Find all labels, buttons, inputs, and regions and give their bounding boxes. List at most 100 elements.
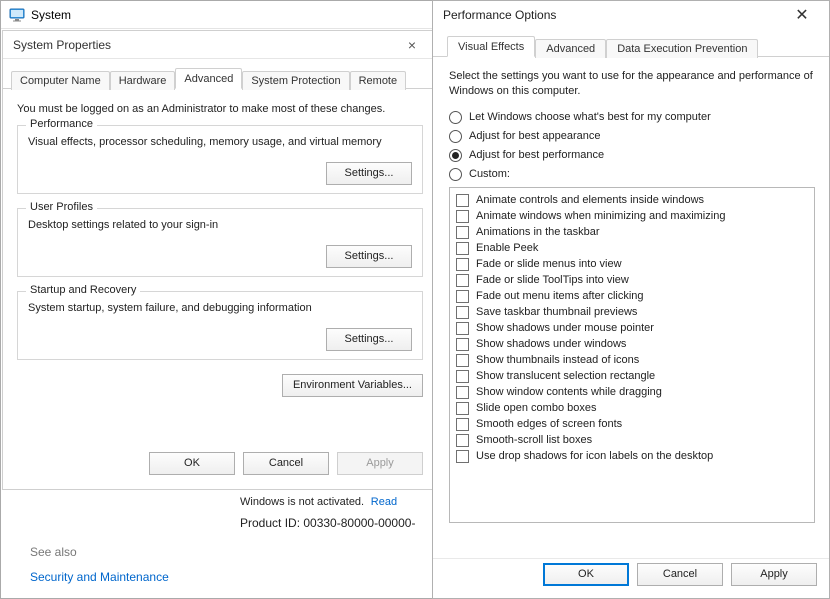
radio-label: Custom: bbox=[469, 168, 510, 180]
visual-effect-label: Save taskbar thumbnail previews bbox=[476, 306, 637, 318]
checkbox-icon bbox=[456, 418, 469, 431]
visual-effect-label: Show window contents while dragging bbox=[476, 386, 662, 398]
performance-options-body: Select the settings you want to use for … bbox=[433, 57, 829, 523]
visual-effect-label: Fade or slide menus into view bbox=[476, 258, 622, 270]
visual-effect-option[interactable]: Animate controls and elements inside win… bbox=[456, 194, 808, 207]
startup-recovery-settings-button[interactable]: Settings... bbox=[326, 328, 412, 351]
tab-hardware[interactable]: Hardware bbox=[110, 71, 176, 90]
performance-desc: Visual effects, processor scheduling, me… bbox=[28, 136, 412, 148]
visual-effect-label: Animate controls and elements inside win… bbox=[476, 194, 704, 206]
visual-effect-option[interactable]: Slide open combo boxes bbox=[456, 402, 808, 415]
visual-effect-label: Animate windows when minimizing and maxi… bbox=[476, 210, 725, 222]
apply-button[interactable]: Apply bbox=[337, 452, 423, 475]
performance-legend: Performance bbox=[26, 118, 97, 130]
user-profiles-group: User Profiles Desktop settings related t… bbox=[17, 208, 423, 277]
visual-effect-label: Animations in the taskbar bbox=[476, 226, 600, 238]
radio-icon bbox=[449, 149, 462, 162]
system-properties-title: System Properties bbox=[13, 38, 111, 52]
visual-effect-option[interactable]: Smooth edges of screen fonts bbox=[456, 418, 808, 431]
read-link[interactable]: Read bbox=[371, 496, 397, 508]
performance-options-tabs: Visual Effects Advanced Data Execution P… bbox=[433, 29, 829, 57]
checkbox-icon bbox=[456, 402, 469, 415]
checkbox-icon bbox=[456, 370, 469, 383]
checkbox-icon bbox=[456, 290, 469, 303]
checkbox-icon bbox=[456, 386, 469, 399]
cancel-button[interactable]: Cancel bbox=[243, 452, 329, 475]
visual-effect-option[interactable]: Use drop shadows for icon labels on the … bbox=[456, 450, 808, 463]
visual-effect-option[interactable]: Animate windows when minimizing and maxi… bbox=[456, 210, 808, 223]
checkbox-icon bbox=[456, 274, 469, 287]
close-icon[interactable]: × bbox=[397, 37, 427, 53]
user-profiles-desc: Desktop settings related to your sign-in bbox=[28, 219, 412, 231]
radio-label: Let Windows choose what's best for my co… bbox=[469, 111, 711, 123]
visual-effect-label: Use drop shadows for icon labels on the … bbox=[476, 450, 713, 462]
visual-effect-option[interactable]: Show window contents while dragging bbox=[456, 386, 808, 399]
performance-group: Performance Visual effects, processor sc… bbox=[17, 125, 423, 194]
tab-system-protection[interactable]: System Protection bbox=[242, 71, 349, 90]
activation-text: Windows is not activated. bbox=[240, 496, 364, 508]
radio-label: Adjust for best appearance bbox=[469, 130, 600, 142]
checkbox-icon bbox=[456, 434, 469, 447]
performance-settings-button[interactable]: Settings... bbox=[326, 162, 412, 185]
radio-custom[interactable]: Custom: bbox=[449, 168, 815, 181]
visual-effect-label: Fade out menu items after clicking bbox=[476, 290, 644, 302]
radio-let-windows-choose[interactable]: Let Windows choose what's best for my co… bbox=[449, 111, 815, 124]
visual-effect-option[interactable]: Enable Peek bbox=[456, 242, 808, 255]
cancel-button[interactable]: Cancel bbox=[637, 563, 723, 586]
radio-best-appearance[interactable]: Adjust for best appearance bbox=[449, 130, 815, 143]
tab-visual-effects[interactable]: Visual Effects bbox=[447, 36, 535, 57]
visual-effect-label: Slide open combo boxes bbox=[476, 402, 596, 414]
security-maintenance-link[interactable]: Security and Maintenance bbox=[30, 570, 169, 584]
performance-options-title: Performance Options bbox=[443, 8, 556, 22]
ok-button[interactable]: OK bbox=[543, 563, 629, 586]
system-window-titlebar: System bbox=[1, 1, 439, 29]
ok-button[interactable]: OK bbox=[149, 452, 235, 475]
tab-remote[interactable]: Remote bbox=[350, 71, 407, 90]
checkbox-icon bbox=[456, 226, 469, 239]
visual-effect-label: Fade or slide ToolTips into view bbox=[476, 274, 629, 286]
visual-effect-option[interactable]: Show shadows under windows bbox=[456, 338, 808, 351]
visual-effect-option[interactable]: Smooth-scroll list boxes bbox=[456, 434, 808, 447]
close-icon[interactable]: ✕ bbox=[785, 5, 819, 25]
environment-variables-button[interactable]: Environment Variables... bbox=[282, 374, 423, 397]
visual-effect-option[interactable]: Fade or slide ToolTips into view bbox=[456, 274, 808, 287]
system-properties-tabs: Computer Name Hardware Advanced System P… bbox=[3, 59, 437, 89]
radio-icon bbox=[449, 111, 462, 124]
tab-advanced[interactable]: Advanced bbox=[175, 68, 242, 89]
tab-advanced[interactable]: Advanced bbox=[535, 39, 606, 58]
visual-effect-label: Show shadows under mouse pointer bbox=[476, 322, 654, 334]
checkbox-icon bbox=[456, 194, 469, 207]
apply-button[interactable]: Apply bbox=[731, 563, 817, 586]
admin-notice: You must be logged on as an Administrato… bbox=[17, 103, 423, 115]
system-window-title: System bbox=[31, 8, 71, 22]
performance-options-titlebar: Performance Options ✕ bbox=[433, 1, 829, 29]
visual-effects-list: Animate controls and elements inside win… bbox=[449, 187, 815, 523]
visual-effect-option[interactable]: Save taskbar thumbnail previews bbox=[456, 306, 808, 319]
visual-effect-label: Smooth edges of screen fonts bbox=[476, 418, 622, 430]
tab-computer-name[interactable]: Computer Name bbox=[11, 71, 110, 90]
checkbox-icon bbox=[456, 338, 469, 351]
visual-effect-option[interactable]: Show translucent selection rectangle bbox=[456, 370, 808, 383]
visual-effect-label: Show shadows under windows bbox=[476, 338, 626, 350]
visual-effect-label: Enable Peek bbox=[476, 242, 538, 254]
checkbox-icon bbox=[456, 450, 469, 463]
startup-recovery-legend: Startup and Recovery bbox=[26, 284, 140, 296]
visual-effect-option[interactable]: Fade out menu items after clicking bbox=[456, 290, 808, 303]
visual-effect-option[interactable]: Show shadows under mouse pointer bbox=[456, 322, 808, 335]
monitor-icon bbox=[9, 8, 25, 22]
user-profiles-legend: User Profiles bbox=[26, 201, 97, 213]
checkbox-icon bbox=[456, 242, 469, 255]
visual-effect-option[interactable]: Fade or slide menus into view bbox=[456, 258, 808, 271]
visual-effect-option[interactable]: Animations in the taskbar bbox=[456, 226, 808, 239]
checkbox-icon bbox=[456, 210, 469, 223]
system-properties-footer: OK Cancel Apply bbox=[3, 447, 437, 489]
visual-effects-intro: Select the settings you want to use for … bbox=[449, 69, 815, 99]
tab-dep[interactable]: Data Execution Prevention bbox=[606, 39, 758, 58]
user-profiles-settings-button[interactable]: Settings... bbox=[326, 245, 412, 268]
checkbox-icon bbox=[456, 354, 469, 367]
radio-best-performance[interactable]: Adjust for best performance bbox=[449, 149, 815, 162]
performance-options-dialog: Performance Options ✕ Visual Effects Adv… bbox=[432, 0, 830, 599]
activation-status: Windows is not activated. Read bbox=[240, 494, 397, 508]
product-id: Product ID: 00330-80000-00000- bbox=[240, 516, 415, 530]
visual-effect-option[interactable]: Show thumbnails instead of icons bbox=[456, 354, 808, 367]
